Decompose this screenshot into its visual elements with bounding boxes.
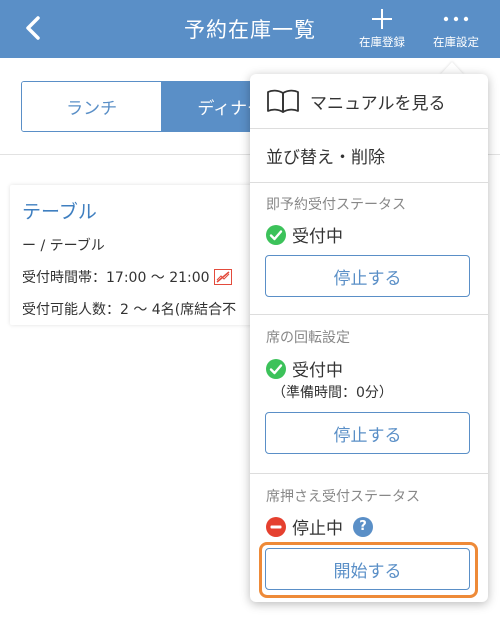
- no-image-icon: [213, 269, 232, 285]
- manual-label: マニュアルを見る: [310, 93, 446, 114]
- more-dots-icon: [424, 4, 488, 34]
- sort-delete-menu-item[interactable]: 並び替え・削除: [250, 129, 488, 182]
- instant-status-text: 受付中: [292, 227, 343, 247]
- check-circle-icon: [266, 224, 286, 245]
- check-circle-icon: [266, 358, 286, 379]
- instant-stop-button[interactable]: 停止する: [265, 255, 470, 297]
- popup-separator: [250, 182, 488, 183]
- rotation-title: 席の回転設定: [266, 330, 350, 346]
- manual-menu-item[interactable]: マニュアルを見る: [250, 74, 488, 128]
- settings-popup: マニュアルを見る 並び替え・削除 即予約受付ステータス 受付中 停止する 席の回…: [250, 74, 488, 602]
- rotation-status-text: 受付中: [292, 361, 343, 381]
- instant-status: 受付中: [266, 222, 343, 247]
- stock-settings-button[interactable]: 在庫設定: [424, 4, 488, 54]
- prep-time-note: （準備時間：0分）: [272, 385, 393, 401]
- card-title[interactable]: テーブル: [22, 197, 97, 224]
- hold-status-title: 席押さえ受付ステータス: [266, 489, 420, 505]
- rotation-stop-button[interactable]: 停止する: [265, 412, 470, 454]
- hold-status-text: 停止中: [292, 519, 343, 539]
- plus-icon: [350, 4, 414, 34]
- sort-delete-label: 並び替え・削除: [266, 148, 385, 168]
- stock-settings-label: 在庫設定: [433, 35, 479, 49]
- instant-status-title: 即予約受付ステータス: [266, 197, 406, 213]
- register-stock-label: 在庫登録: [359, 35, 405, 49]
- card-type: ー / テーブル: [22, 238, 105, 254]
- header-bar: 予約在庫一覧 在庫登録 在庫設定: [0, 0, 500, 58]
- stop-circle-icon: [266, 516, 286, 537]
- card-time-row: 受付時間帯：17:00 〜 21:00: [22, 267, 232, 287]
- register-stock-button[interactable]: 在庫登録: [350, 4, 414, 54]
- hold-status: 停止中 ?: [266, 514, 373, 539]
- card-capacity: 受付可能人数：2 〜 4名(席結合不: [22, 302, 237, 318]
- book-icon: [267, 89, 299, 113]
- help-icon[interactable]: ?: [353, 516, 373, 537]
- rotation-status: 受付中: [266, 356, 343, 381]
- hold-start-button[interactable]: 開始する: [265, 548, 470, 590]
- popup-separator: [250, 473, 488, 474]
- card-time: 受付時間帯：17:00 〜 21:00: [22, 270, 210, 286]
- tab-lunch[interactable]: ランチ: [22, 82, 162, 131]
- popup-separator: [250, 314, 488, 315]
